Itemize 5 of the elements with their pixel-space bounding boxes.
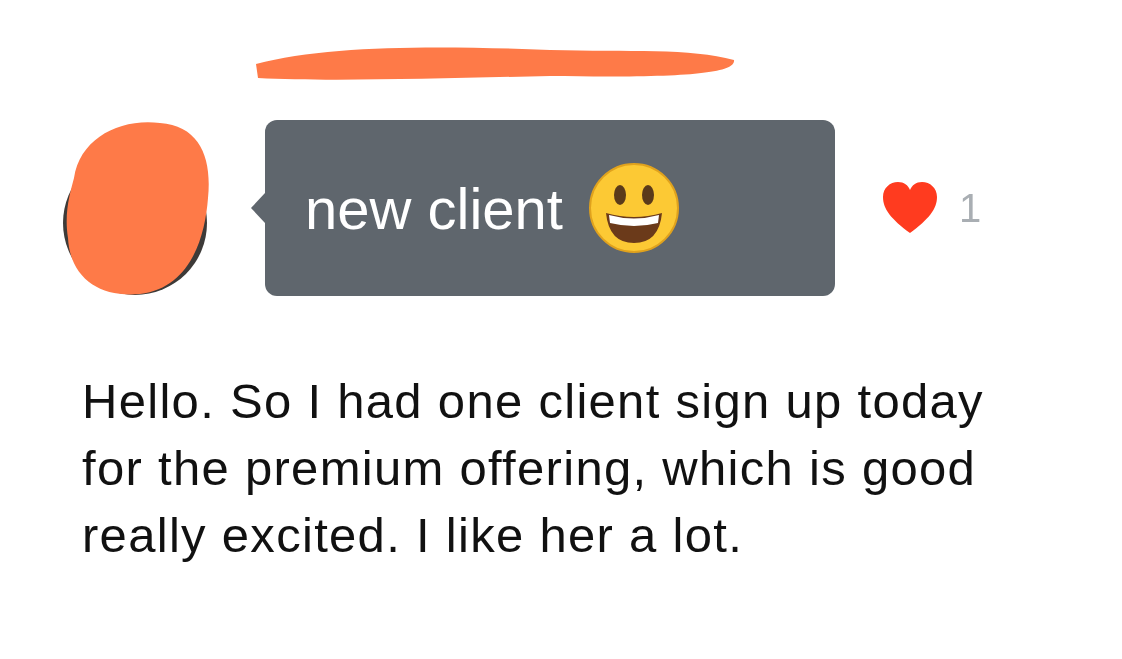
message-body: Hello. So I had one client sign up today for the premium offering, which is good really excited. I like her a lot.	[82, 373, 985, 564]
like-count: 1	[959, 185, 982, 231]
message-text: new client	[305, 174, 563, 242]
heart-icon[interactable]	[881, 181, 939, 235]
grinning-face-icon	[588, 163, 679, 253]
